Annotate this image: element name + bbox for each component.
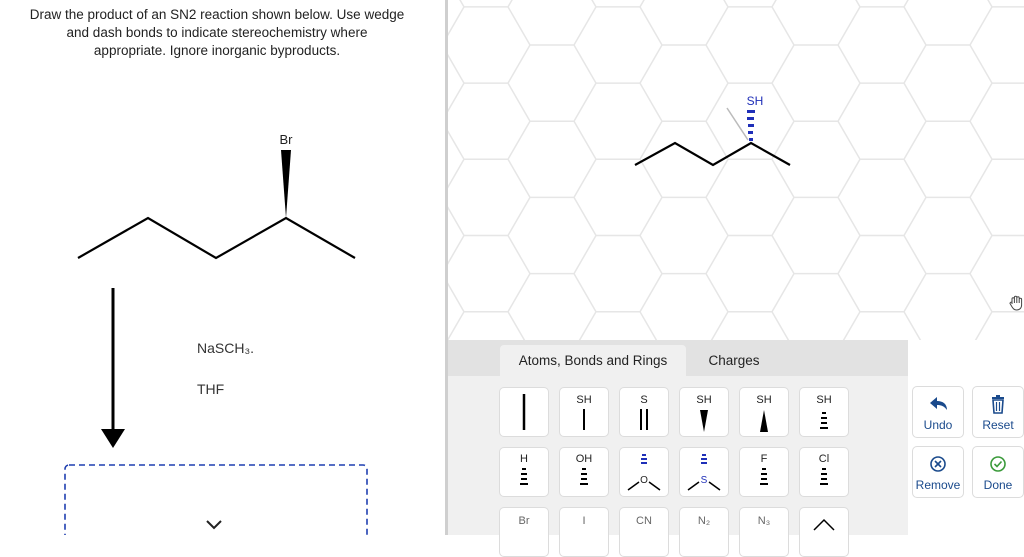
undo-label: Undo bbox=[923, 418, 953, 432]
f-hash-tool[interactable]: F bbox=[739, 447, 789, 497]
tool-label: N₂ bbox=[697, 515, 711, 527]
remove-button[interactable]: Remove bbox=[912, 446, 964, 498]
n3-tool[interactable]: N₃ bbox=[739, 507, 789, 557]
tab-charges[interactable]: Charges bbox=[688, 345, 780, 376]
single-bond-tool[interactable] bbox=[499, 387, 549, 437]
reactant-skeleton bbox=[77, 216, 356, 260]
hand-cursor-icon bbox=[1009, 295, 1023, 311]
thioether-s-tool[interactable]: S bbox=[679, 447, 729, 497]
undo-button[interactable]: Undo bbox=[912, 386, 964, 438]
remove-x-icon bbox=[930, 456, 946, 472]
ring-icon bbox=[813, 518, 835, 531]
question-panel: Draw the product of an SN2 reaction show… bbox=[0, 0, 445, 535]
done-button[interactable]: Done bbox=[972, 446, 1024, 498]
thioether-sulfur-icon: S bbox=[687, 454, 721, 491]
sh-wedge-down-tool[interactable]: SH bbox=[679, 387, 729, 437]
single-bond-icon bbox=[522, 394, 526, 430]
reset-button[interactable]: Reset bbox=[972, 386, 1024, 438]
hash-bond-icon bbox=[760, 468, 768, 485]
product-answer-box bbox=[64, 464, 368, 535]
hash-bond-4 bbox=[747, 117, 754, 120]
tool-label: I bbox=[582, 515, 586, 527]
sh-wedge-up-tool[interactable]: SH bbox=[739, 387, 789, 437]
tool-label: CN bbox=[636, 515, 652, 527]
n2-tool[interactable]: N₂ bbox=[679, 507, 729, 557]
remove-label: Remove bbox=[915, 478, 961, 492]
reactant-br-label: Br bbox=[280, 132, 294, 147]
sh-hash-tool[interactable]: SH bbox=[799, 387, 849, 437]
wedge-up-icon bbox=[760, 410, 768, 432]
ring-tool[interactable] bbox=[799, 507, 849, 557]
reactant-structure: Br bbox=[64, 132, 368, 535]
i-tool[interactable]: I bbox=[559, 507, 609, 557]
reaction-arrow-head bbox=[101, 429, 125, 448]
reset-label: Reset bbox=[982, 418, 1014, 432]
wedge-down-icon bbox=[700, 410, 708, 432]
tool-label: N₃ bbox=[757, 515, 771, 527]
tool-palette: SH S SH SH SH H OH O S F Cl Br I CN N₂ N… bbox=[448, 376, 908, 557]
action-panel: Undo Reset Remove Done bbox=[908, 340, 1024, 535]
hash-bond-1 bbox=[749, 138, 753, 141]
ether-o-tool[interactable]: O bbox=[619, 447, 669, 497]
ether-oxygen-icon: O bbox=[627, 454, 661, 491]
hash-bond-icon bbox=[820, 468, 828, 485]
selection-hint-line bbox=[726, 107, 749, 141]
sh-single-tool[interactable]: SH bbox=[559, 387, 609, 437]
check-circle-icon bbox=[990, 456, 1006, 472]
svg-text:O: O bbox=[640, 475, 648, 486]
cl-hash-tool[interactable]: Cl bbox=[799, 447, 849, 497]
solvent-label: THF bbox=[197, 381, 225, 397]
chevron-down-icon bbox=[206, 520, 222, 530]
drawing-canvas[interactable]: SH bbox=[448, 0, 1024, 340]
hash-bond-icon bbox=[580, 468, 588, 485]
hash-bond-2 bbox=[748, 131, 753, 134]
undo-arrow-icon bbox=[930, 397, 947, 410]
product-sh-label: SH bbox=[747, 94, 764, 108]
tool-label: Br bbox=[518, 515, 530, 527]
double-bond-icon bbox=[640, 409, 648, 430]
trash-icon bbox=[992, 395, 1004, 414]
svg-text:S: S bbox=[701, 475, 708, 486]
tab-bar: Atoms, Bonds and Rings Charges bbox=[448, 340, 908, 376]
cn-tool[interactable]: CN bbox=[619, 507, 669, 557]
hash-bond-icon bbox=[820, 412, 828, 429]
hash-bond-3 bbox=[748, 124, 754, 127]
hash-bond-icon bbox=[520, 468, 528, 485]
wedge-bond bbox=[281, 150, 291, 218]
reagent-label: NaSCH₃. bbox=[197, 340, 255, 356]
oh-hash-tool[interactable]: OH bbox=[559, 447, 609, 497]
h-hash-tool[interactable]: H bbox=[499, 447, 549, 497]
tab-atoms-bonds-rings[interactable]: Atoms, Bonds and Rings bbox=[500, 345, 686, 376]
br-tool[interactable]: Br bbox=[499, 507, 549, 557]
single-bond-icon bbox=[583, 409, 585, 430]
s-double-tool[interactable]: S bbox=[619, 387, 669, 437]
done-label: Done bbox=[983, 478, 1013, 492]
product-structure[interactable]: SH bbox=[448, 0, 1024, 340]
product-skeleton bbox=[634, 141, 791, 167]
hash-bond-5 bbox=[747, 110, 755, 113]
